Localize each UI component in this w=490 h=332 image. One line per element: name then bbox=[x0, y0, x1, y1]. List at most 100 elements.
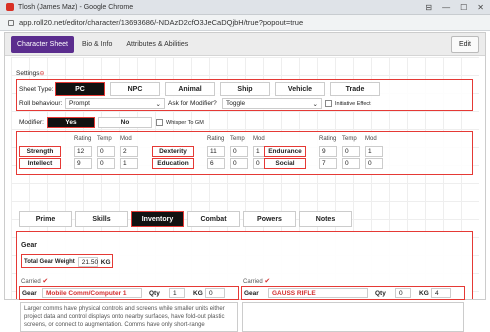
modifier-yes-toggle[interactable]: Yes bbox=[47, 117, 95, 128]
sheet-body: Settings⊖ Sheet Type: PC NPC Animal Ship… bbox=[11, 57, 479, 332]
gear-item-1-name[interactable]: Mobile Comm/Computer 1 bbox=[42, 288, 142, 298]
site-info-icon[interactable] bbox=[8, 19, 14, 26]
whisper-gm-checkbox[interactable] bbox=[156, 119, 163, 126]
stat-social-temp[interactable]: 0 bbox=[342, 158, 360, 169]
roll20-favicon-icon bbox=[6, 3, 14, 11]
initiative-effect-checkbox[interactable] bbox=[325, 100, 332, 107]
total-weight-label: Total Gear Weight bbox=[24, 259, 75, 265]
stat-social-mod[interactable]: 0 bbox=[365, 158, 383, 169]
stat-social-button[interactable]: Social bbox=[264, 158, 306, 169]
stat-header-temp: Temp bbox=[230, 136, 245, 142]
stat-education-temp[interactable]: 0 bbox=[230, 158, 248, 169]
carried-check-icon[interactable]: ✔ bbox=[42, 278, 48, 285]
stat-endurance-button[interactable]: Endurance bbox=[264, 146, 306, 157]
stat-strength-mod[interactable]: 2 bbox=[120, 146, 138, 157]
whisper-gm-label: Whisper To GM bbox=[166, 119, 204, 126]
ask-modifier-label: Ask for Modifier? bbox=[168, 100, 217, 107]
maximize-icon[interactable]: ☐ bbox=[460, 3, 467, 12]
tab-character-sheet[interactable]: Character Sheet bbox=[11, 35, 74, 53]
gear-item-2-qty[interactable]: 0 bbox=[395, 288, 411, 298]
stat-strength-button[interactable]: Strength bbox=[19, 146, 61, 157]
modifier-no-toggle[interactable]: No bbox=[98, 117, 152, 128]
stat-header-rating: Rating bbox=[74, 136, 92, 142]
section-tabs: Prime Skills Inventory Combat Powers Not… bbox=[19, 211, 352, 227]
roll-behaviour-label: Roll behaviour: bbox=[19, 100, 63, 107]
carried-label-2: Carried ✔ bbox=[243, 278, 271, 285]
browser-titlebar: Tlosh (James Maz) - Google Chrome ⊟ — ☐ … bbox=[0, 0, 490, 15]
tab-bio-info[interactable]: Bio & Info bbox=[76, 36, 118, 53]
stat-endurance-temp[interactable]: 0 bbox=[342, 146, 360, 157]
sheet-type-ship[interactable]: Ship bbox=[220, 82, 270, 96]
stat-header-mod: Mod bbox=[120, 136, 132, 142]
stat-strength-temp[interactable]: 0 bbox=[97, 146, 115, 157]
carried-check-icon[interactable]: ✔ bbox=[264, 278, 270, 285]
stat-header-mod: Mod bbox=[253, 136, 265, 142]
gear-label-2: Gear bbox=[244, 289, 259, 297]
total-weight-value: 21.50 bbox=[77, 257, 98, 267]
sheet-type-vehicle[interactable]: Vehicle bbox=[275, 82, 325, 96]
minimize-icon[interactable]: — bbox=[442, 3, 450, 12]
stat-header-temp: Temp bbox=[97, 136, 112, 142]
chevron-down-icon: ⌄ bbox=[312, 100, 318, 108]
stat-education-button[interactable]: Education bbox=[152, 158, 194, 169]
sheet-type-label: Sheet Type: bbox=[19, 85, 54, 93]
stat-intellect-temp[interactable]: 0 bbox=[97, 158, 115, 169]
chevron-down-icon: ⌄ bbox=[155, 100, 161, 108]
stat-dexterity-button[interactable]: Dexterity bbox=[152, 146, 194, 157]
tab-skills[interactable]: Skills bbox=[75, 211, 128, 227]
ask-modifier-select[interactable]: Toggle ⌄ bbox=[222, 98, 322, 109]
stat-intellect-button[interactable]: Intellect bbox=[19, 158, 61, 169]
stat-dexterity-temp[interactable]: 0 bbox=[230, 146, 248, 157]
sheet-type-pc[interactable]: PC bbox=[55, 82, 105, 96]
gear-item-1-qty[interactable]: 1 bbox=[169, 288, 185, 298]
tab-attributes-abilities[interactable]: Attributes & Abilities bbox=[120, 36, 194, 53]
tab-prime[interactable]: Prime bbox=[19, 211, 72, 227]
stat-strength-rating[interactable]: 12 bbox=[74, 146, 92, 157]
qty-label-2: Qty bbox=[375, 289, 386, 297]
tab-combat[interactable]: Combat bbox=[187, 211, 240, 227]
gear-panel: Gear Total Gear Weight 21.50 KG Carried … bbox=[16, 231, 473, 332]
settings-indicator-icon[interactable]: ⊖ bbox=[40, 71, 45, 77]
sheet-type-npc[interactable]: NPC bbox=[110, 82, 160, 96]
stat-endurance-rating[interactable]: 9 bbox=[319, 146, 337, 157]
edit-button[interactable]: Edit bbox=[450, 35, 479, 53]
top-nav: Character Sheet Bio & Info Attributes & … bbox=[5, 33, 485, 56]
tab-notes[interactable]: Notes bbox=[299, 211, 352, 227]
restore-icon[interactable]: ⊟ bbox=[425, 3, 432, 12]
stat-header-rating: Rating bbox=[319, 136, 337, 142]
stat-education-rating[interactable]: 6 bbox=[207, 158, 225, 169]
stat-dexterity-rating[interactable]: 11 bbox=[207, 146, 225, 157]
gear-item-1-kg[interactable]: 0 bbox=[205, 288, 225, 298]
tab-powers[interactable]: Powers bbox=[243, 211, 296, 227]
stat-header-temp: Temp bbox=[342, 136, 357, 142]
initiative-effect-label: Initiative Effect bbox=[335, 100, 371, 107]
roll-behaviour-select[interactable]: Prompt ⌄ bbox=[65, 98, 165, 109]
settings-label: Settings⊖ bbox=[16, 70, 45, 77]
tab-inventory[interactable]: Inventory bbox=[131, 211, 184, 227]
total-weight-unit: KG bbox=[100, 258, 111, 266]
window-title: Tlosh (James Maz) - Google Chrome bbox=[18, 3, 134, 11]
kg-label-2: KG bbox=[419, 289, 429, 297]
sheet-type-animal[interactable]: Animal bbox=[165, 82, 215, 96]
character-sheet-window: Character Sheet Bio & Info Attributes & … bbox=[4, 32, 486, 332]
gear-label-1: Gear bbox=[22, 289, 37, 297]
stat-header-rating: Rating bbox=[207, 136, 225, 142]
gear-title: Gear bbox=[21, 242, 37, 249]
stat-header-mod: Mod bbox=[365, 136, 377, 142]
close-icon[interactable]: ✕ bbox=[477, 3, 484, 12]
carried-label-1: Carried ✔ bbox=[21, 278, 49, 285]
gear-item-2-kg[interactable]: 4 bbox=[431, 288, 451, 298]
url-text[interactable]: app.roll20.net/editor/character/13693686… bbox=[19, 18, 303, 27]
kg-label-1: KG bbox=[193, 289, 203, 297]
gear-item-2-name[interactable]: GAUSS RIFLE bbox=[268, 288, 368, 298]
qty-label-1: Qty bbox=[149, 289, 160, 297]
stat-intellect-rating[interactable]: 9 bbox=[74, 158, 92, 169]
address-bar[interactable]: app.roll20.net/editor/character/13693686… bbox=[0, 15, 490, 31]
stat-endurance-mod[interactable]: 1 bbox=[365, 146, 383, 157]
sheet-type-trade[interactable]: Trade bbox=[330, 82, 380, 96]
gear-item-2-description[interactable] bbox=[242, 302, 464, 332]
stat-social-rating[interactable]: 7 bbox=[319, 158, 337, 169]
gear-item-1-description[interactable]: Larger comms have physical controls and … bbox=[20, 302, 238, 332]
modifier-label: Modifier: bbox=[19, 119, 44, 126]
stat-intellect-mod[interactable]: 1 bbox=[120, 158, 138, 169]
